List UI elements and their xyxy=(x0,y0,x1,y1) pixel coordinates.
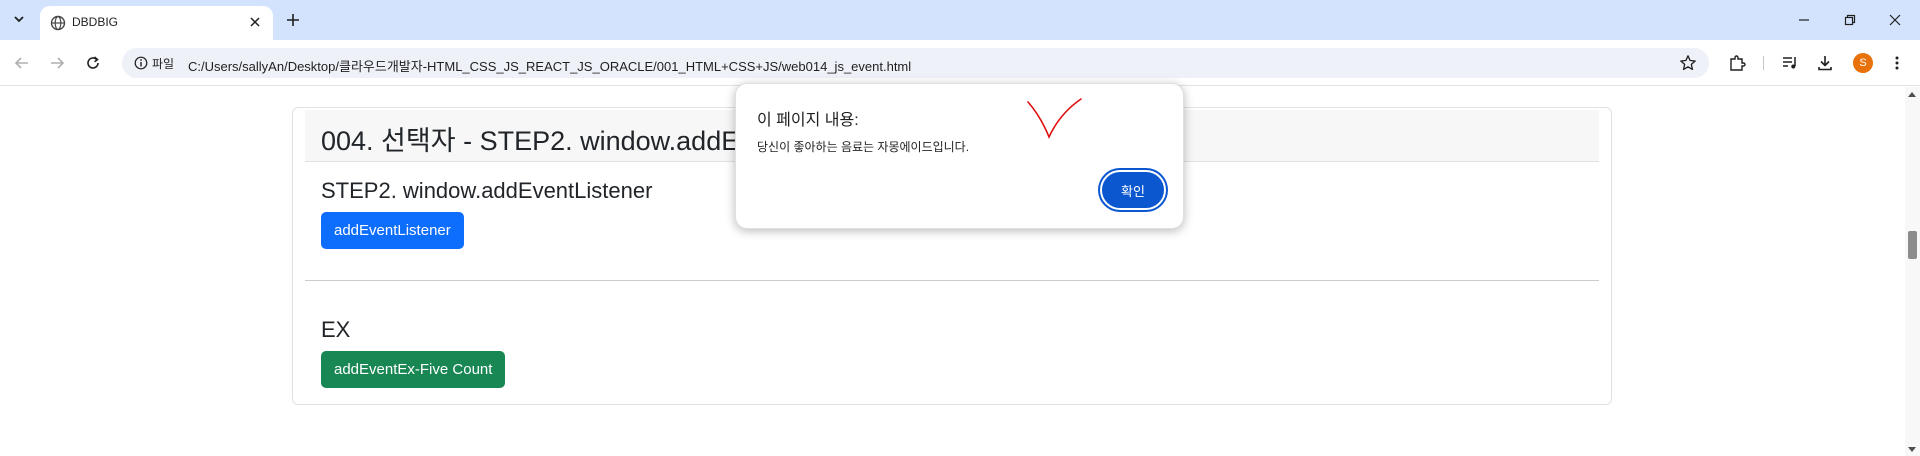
minimize-button[interactable] xyxy=(1794,10,1814,30)
add-event-ex-button[interactable]: addEventEx-Five Count xyxy=(321,351,506,388)
arrow-left-icon xyxy=(14,57,28,69)
add-event-listener-button[interactable]: addEventListener xyxy=(321,212,464,249)
close-icon xyxy=(250,17,260,27)
vertical-scrollbar[interactable] xyxy=(1905,87,1920,456)
red-check-mark-icon xyxy=(1027,98,1082,140)
alert-dialog: 이 페이지 내용: 당신이 좋아하는 음료는 자몽에이드입니다. 확인 xyxy=(735,83,1184,229)
new-tab-button[interactable] xyxy=(283,10,303,30)
profile-avatar[interactable]: S xyxy=(1853,53,1873,73)
media-control-button[interactable] xyxy=(1780,53,1800,73)
star-icon[interactable] xyxy=(1679,54,1697,72)
scroll-thumb[interactable] xyxy=(1908,231,1917,259)
info-icon xyxy=(134,56,148,70)
close-icon xyxy=(1889,14,1901,26)
tab-strip: DBDBIG xyxy=(0,0,1920,40)
forward-button[interactable] xyxy=(47,53,67,73)
puzzle-icon xyxy=(1730,55,1746,71)
tab-close-button[interactable] xyxy=(247,14,263,30)
back-button[interactable] xyxy=(12,53,32,73)
site-chip-label: 파일 xyxy=(152,56,175,71)
scroll-down-arrow[interactable] xyxy=(1908,447,1916,452)
downloads-button[interactable] xyxy=(1815,53,1835,73)
tab-search-button[interactable] xyxy=(8,8,30,30)
browser-menu-button[interactable] xyxy=(1887,53,1907,73)
dialog-title: 이 페이지 내용: xyxy=(757,112,859,129)
reload-icon xyxy=(87,56,99,69)
more-vertical-icon xyxy=(1895,56,1899,70)
tab-active[interactable]: DBDBIG xyxy=(40,6,273,40)
url-text[interactable]: C:/Users/sallyAn/Desktop/클라우드개발자-HTML_CS… xyxy=(188,56,911,75)
ex-title: EX xyxy=(321,317,351,342)
toolbar-divider xyxy=(1763,56,1764,70)
arrow-right-icon xyxy=(51,57,65,69)
step2-title: STEP2. window.addEventListener xyxy=(321,178,653,203)
browser-toolbar: 파일 C:/Users/sallyAn/Desktop/클라우드개발자-HTML… xyxy=(0,40,1920,86)
tab-title: DBDBIG xyxy=(72,15,119,29)
chevron-down-icon xyxy=(14,16,24,23)
dialog-ok-button[interactable]: 확인 xyxy=(1100,170,1166,210)
site-info-chip[interactable]: 파일 xyxy=(128,52,182,74)
section-divider xyxy=(305,280,1599,281)
extensions-button[interactable] xyxy=(1727,53,1747,73)
dialog-message: 당신이 좋아하는 음료는 자몽에이드입니다. xyxy=(757,140,970,154)
minimize-icon xyxy=(1799,19,1809,21)
scroll-up-arrow[interactable] xyxy=(1908,92,1916,97)
plus-icon xyxy=(287,14,299,26)
media-control-icon xyxy=(1783,57,1796,69)
reload-button[interactable] xyxy=(83,53,103,73)
download-icon xyxy=(1818,56,1832,71)
close-window-button[interactable] xyxy=(1885,10,1905,30)
address-bar[interactable]: 파일 C:/Users/sallyAn/Desktop/클라우드개발자-HTML… xyxy=(122,48,1709,78)
restore-icon xyxy=(1844,14,1856,26)
restore-button[interactable] xyxy=(1840,10,1860,30)
globe-icon xyxy=(50,15,66,31)
